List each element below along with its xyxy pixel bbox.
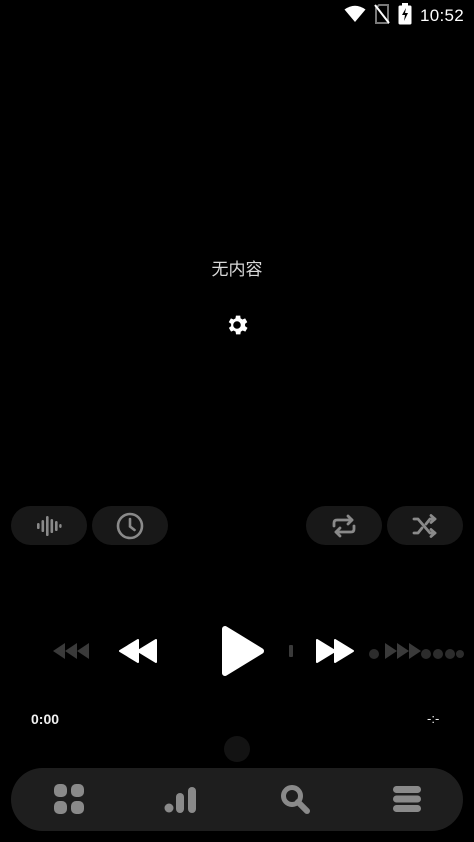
skip-back-icon bbox=[53, 643, 89, 659]
shuffle-button[interactable] bbox=[387, 506, 463, 545]
clock-icon bbox=[116, 512, 144, 539]
nav-stats-button[interactable] bbox=[164, 782, 198, 816]
rewind-icon bbox=[119, 639, 157, 663]
battery-charging-icon bbox=[398, 3, 412, 29]
nav-search-button[interactable] bbox=[278, 782, 312, 816]
drag-handle[interactable] bbox=[224, 736, 250, 762]
equalizer-button[interactable] bbox=[11, 506, 87, 545]
sleep-timer-button[interactable] bbox=[92, 506, 168, 545]
settings-button[interactable] bbox=[224, 312, 250, 338]
repeat-icon bbox=[332, 514, 356, 537]
grid-icon bbox=[54, 784, 84, 814]
waveform-icon bbox=[37, 515, 62, 536]
search-icon bbox=[281, 785, 310, 814]
rewind-button[interactable] bbox=[118, 637, 160, 665]
remaining-time: -:- bbox=[427, 711, 440, 726]
no-sim-icon bbox=[374, 4, 390, 28]
repeat-button[interactable] bbox=[306, 506, 382, 545]
elapsed-time: 0:00 bbox=[31, 711, 60, 727]
gear-icon bbox=[228, 315, 248, 335]
status-bar: 10:52 bbox=[0, 0, 474, 32]
fast-forward-button[interactable] bbox=[313, 637, 355, 665]
skip-forward-button[interactable] bbox=[382, 640, 422, 662]
fast-forward-icon bbox=[316, 639, 354, 663]
play-icon bbox=[222, 626, 264, 676]
skip-forward-icon bbox=[385, 643, 421, 659]
skip-back-button[interactable] bbox=[52, 640, 92, 662]
play-button[interactable] bbox=[218, 624, 266, 678]
empty-state-message: 无内容 bbox=[211, 260, 263, 280]
nav-library-button[interactable] bbox=[52, 782, 86, 816]
bottom-nav bbox=[11, 768, 463, 831]
shuffle-icon bbox=[412, 513, 437, 538]
menu-icon bbox=[393, 786, 421, 812]
chart-icon bbox=[164, 787, 196, 813]
wifi-icon bbox=[344, 5, 366, 27]
nav-menu-button[interactable] bbox=[390, 782, 424, 816]
play-divider bbox=[289, 645, 293, 657]
clock-time: 10:52 bbox=[419, 6, 464, 25]
